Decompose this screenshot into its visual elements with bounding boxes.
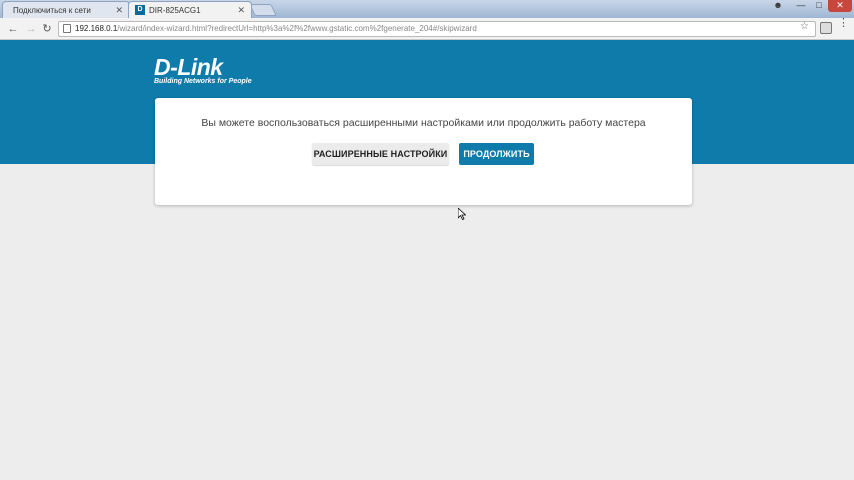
logo-tagline: Building Networks for People <box>154 78 252 85</box>
dialog-message: Вы можете воспользоваться расширенными н… <box>201 117 646 129</box>
continue-button[interactable]: ПРОДОЛЖИТЬ <box>459 143 534 165</box>
tab-label: Подключиться к сети <box>13 5 91 15</box>
dlink-logo: D-Link Building Networks for People <box>154 56 252 86</box>
close-icon[interactable]: ✕ <box>237 5 245 16</box>
page-icon <box>63 24 71 33</box>
extension-icon[interactable] <box>820 22 832 34</box>
maximize-icon[interactable]: □ <box>810 0 828 12</box>
address-bar[interactable]: 192.168.0.1/wizard/index-wizard.html?red… <box>58 21 816 37</box>
browser-titlebar: Подключиться к сети ✕ D DIR-825ACG1 ✕ ☻ … <box>0 0 854 18</box>
url-host: 192.168.0.1 <box>75 24 118 33</box>
bookmark-star-icon[interactable]: ☆ <box>800 21 809 32</box>
tab-connect-network[interactable]: Подключиться к сети ✕ <box>2 1 130 18</box>
url-path: /wizard/index-wizard.html?redirectUrl=ht… <box>117 24 477 33</box>
wizard-dialog: Вы можете воспользоваться расширенными н… <box>155 98 692 205</box>
window-close-icon[interactable]: ✕ <box>828 0 852 12</box>
mouse-cursor-icon <box>458 208 466 220</box>
new-tab-button[interactable] <box>249 4 277 16</box>
tab-dir-825acg1[interactable]: D DIR-825ACG1 ✕ <box>128 1 252 18</box>
logo-text: D-Link <box>154 54 223 80</box>
tab-label: DIR-825ACG1 <box>149 5 201 15</box>
close-icon[interactable]: ✕ <box>115 5 123 16</box>
user-icon[interactable]: ☻ <box>768 0 788 12</box>
browser-toolbar: ← → ↻ 192.168.0.1/wizard/index-wizard.ht… <box>0 18 854 40</box>
minimize-icon[interactable]: — <box>792 0 810 12</box>
dlink-favicon-icon: D <box>135 5 145 15</box>
back-arrow-icon[interactable]: ← <box>6 21 20 37</box>
reload-icon[interactable]: ↻ <box>40 21 54 37</box>
menu-icon[interactable]: ⋮ <box>838 18 849 29</box>
forward-arrow-icon[interactable]: → <box>24 21 38 37</box>
advanced-settings-button[interactable]: РАСШИРЕННЫЕ НАСТРОЙКИ <box>312 143 449 165</box>
